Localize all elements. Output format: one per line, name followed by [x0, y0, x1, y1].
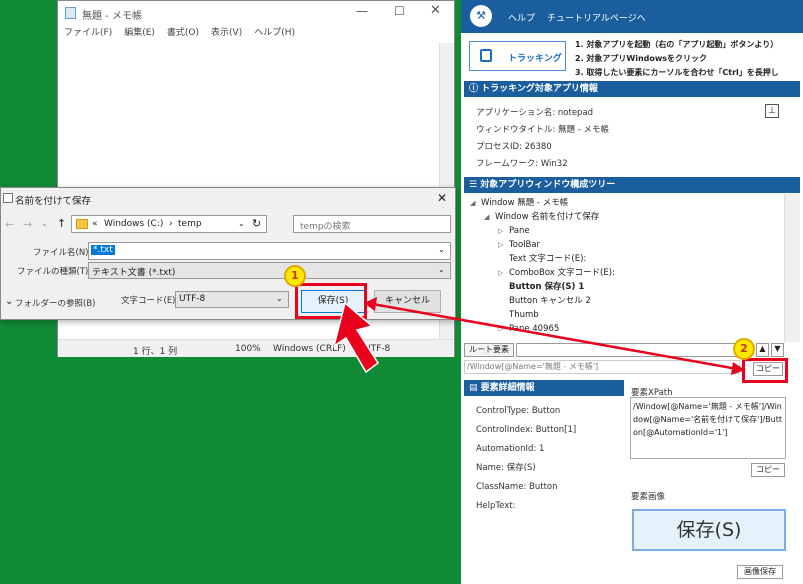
connector-arrowhead-left	[364, 297, 377, 311]
connector-line	[366, 301, 744, 372]
pointer-arrow	[332, 301, 380, 374]
connector-arrowhead-right	[731, 362, 745, 375]
annotation-arrows	[332, 297, 745, 375]
